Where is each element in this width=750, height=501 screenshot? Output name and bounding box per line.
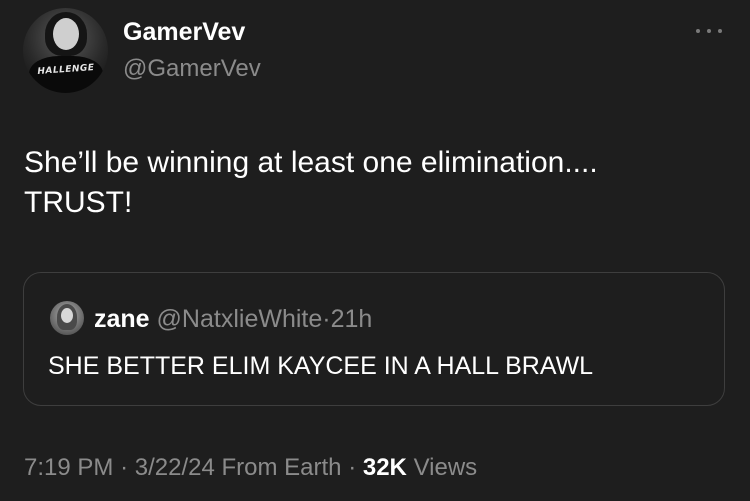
views-label: Views xyxy=(413,454,478,481)
quoted-tweet-card[interactable]: zane @NatxlieWhite·21h SHE BETTER ELIM K… xyxy=(23,272,725,406)
tweet-text-line: She’ll be winning at least one eliminati… xyxy=(24,146,598,179)
more-dot xyxy=(707,29,711,33)
tweet-footer: 7:19 PM · 3/22/24 From Earth · 32K Views xyxy=(24,453,477,483)
footer-separator: · xyxy=(120,454,129,481)
author-avatar[interactable]: HALLENGE xyxy=(23,8,108,93)
views-count[interactable]: 32K xyxy=(363,454,407,481)
tweet-text: She’ll be winning at least one eliminati… xyxy=(24,143,724,223)
quoted-tweet-time[interactable]: 21h xyxy=(331,305,373,333)
quoted-tweet-header: zane @NatxlieWhite·21h xyxy=(94,304,372,334)
quoted-author-avatar[interactable] xyxy=(50,301,84,335)
quoted-author-name[interactable]: zane xyxy=(94,305,150,333)
footer-separator: · xyxy=(348,454,357,481)
author-handle[interactable]: @GamerVev xyxy=(123,55,261,83)
quoted-tweet-text: SHE BETTER ELIM KAYCEE IN A HALL BRAWL xyxy=(48,352,594,380)
more-options-icon[interactable] xyxy=(696,24,722,38)
more-dot xyxy=(696,29,700,33)
quoted-author-handle[interactable]: @NatxlieWhite xyxy=(157,305,323,333)
quoted-separator: · xyxy=(322,305,331,333)
tweet-date[interactable]: 3/22/24 xyxy=(135,454,215,481)
author-display-name[interactable]: GamerVev xyxy=(123,17,245,47)
tweet-text-line: TRUST! xyxy=(24,186,133,219)
avatar-face xyxy=(61,308,73,323)
tweet-time[interactable]: 7:19 PM xyxy=(24,454,113,481)
avatar-face xyxy=(53,18,79,50)
more-dot xyxy=(718,29,722,33)
tweet-location: From Earth xyxy=(221,454,342,481)
